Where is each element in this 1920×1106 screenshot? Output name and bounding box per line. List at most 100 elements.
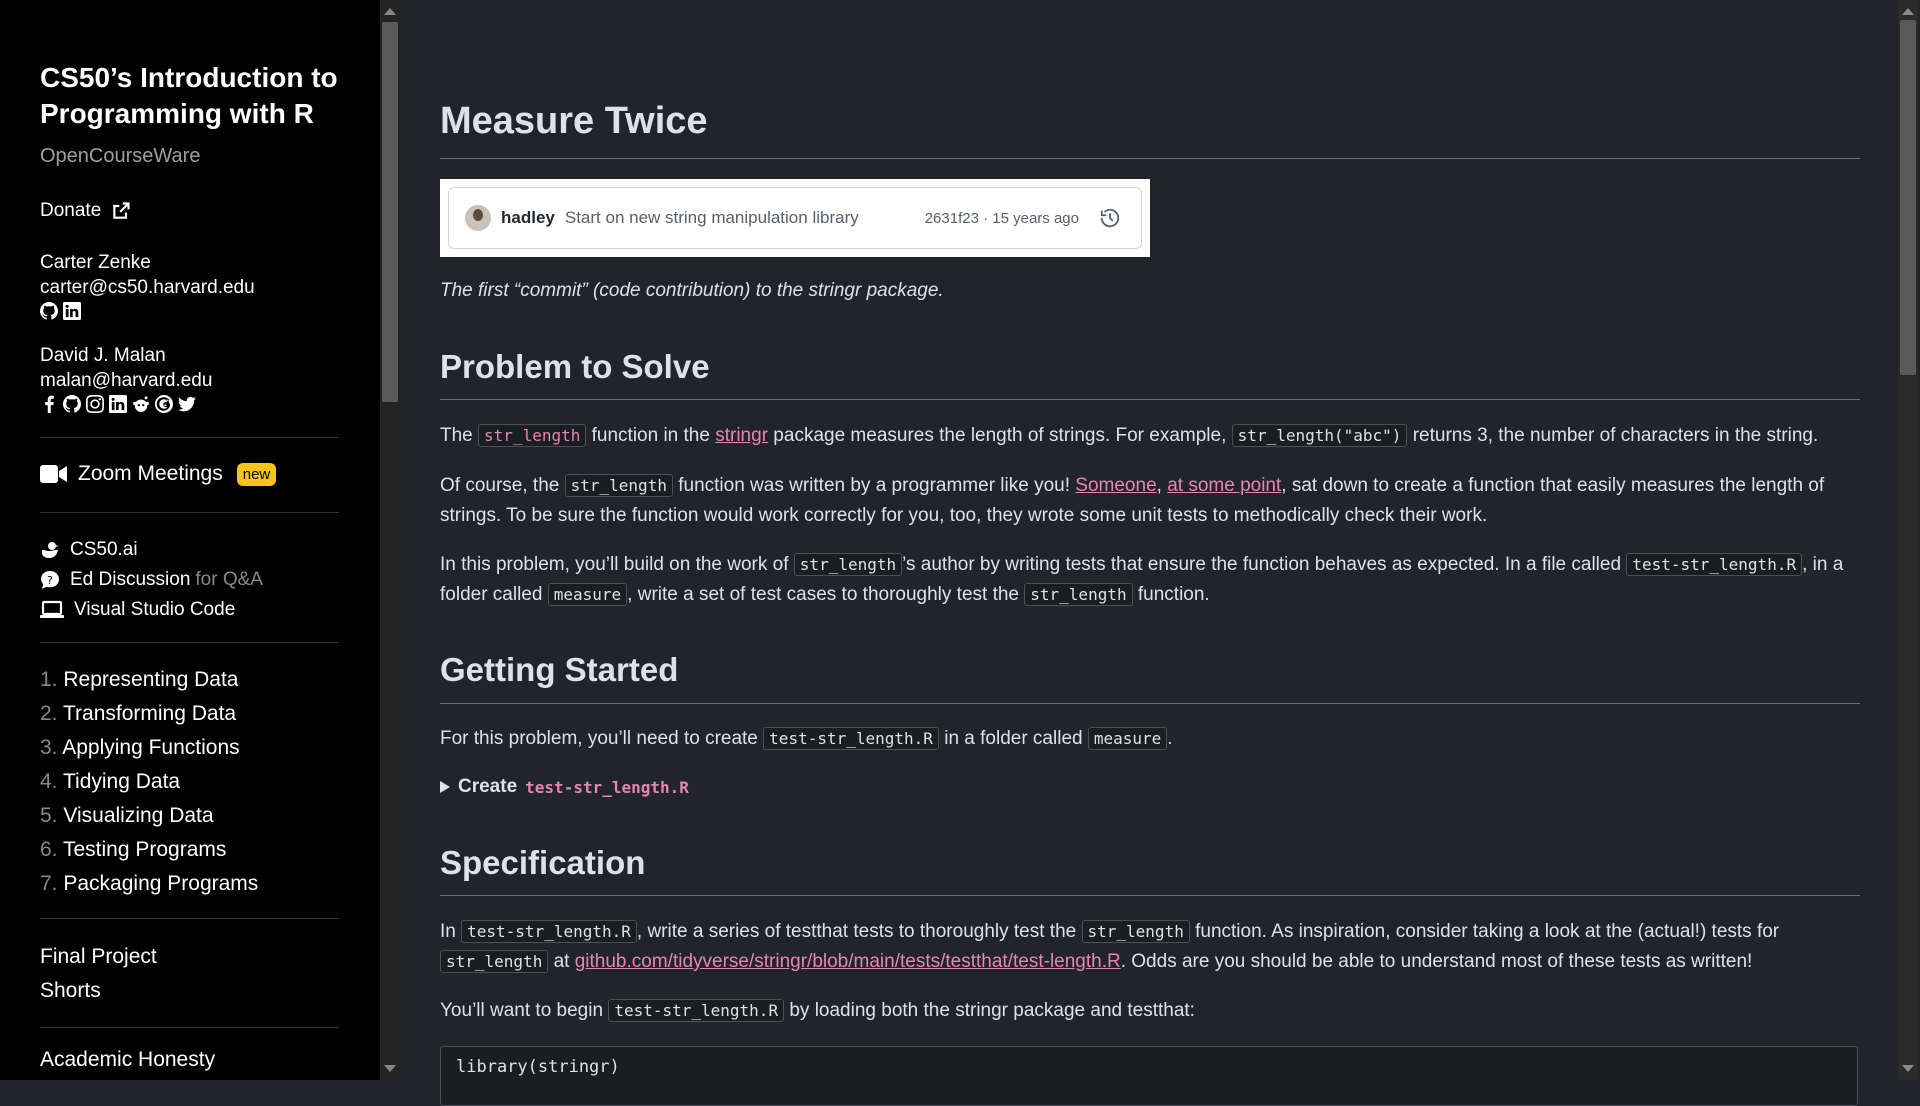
zoom-label: Zoom Meetings [78,462,223,485]
instructor-name: Carter Zenke [40,252,151,273]
inline-code: test-str_length.R [461,920,637,943]
someone-link[interactable]: Someone [1075,475,1156,496]
facebook-icon[interactable] [40,395,58,413]
chat-bubble-icon: ? [41,571,59,589]
scroll-down-arrow[interactable] [1902,1065,1914,1072]
sidebar: CS50’s Introduction to Programming with … [0,0,380,1080]
site-title[interactable]: CS50’s Introduction to Programming with … [40,60,339,132]
final-project-link[interactable]: Final Project [40,940,157,974]
site-subtitle[interactable]: OpenCourseWare [40,145,200,168]
shorts-link[interactable]: Shorts [40,974,157,1008]
github-icon[interactable] [63,395,81,413]
create-file-disclosure[interactable]: Create test-str_length.R [440,776,689,798]
lecture-label: Applying Functions [62,736,240,759]
at-some-point-link[interactable]: at some point [1167,475,1281,496]
scroll-down-arrow[interactable] [384,1065,396,1072]
academic-honesty-link[interactable]: Academic Honesty [40,1048,215,1072]
linkedin-icon[interactable] [109,395,127,413]
lecture-item[interactable]: 6. Testing Programs [40,833,258,867]
lecture-item[interactable]: 3. Applying Functions [40,731,258,765]
lecture-number: 5. [40,804,58,827]
instructor-david: David J. Malan malan@harvard.edu [40,343,212,413]
main-content: Measure Twice hadley Start on new string… [440,0,1860,1106]
disclosure-triangle-icon [440,781,450,793]
inline-code: measure [1087,727,1168,750]
external-link-icon [113,202,130,219]
code-block: library(stringr) [440,1046,1858,1106]
donate-link[interactable]: Donate [40,200,131,222]
sidebar-divider [40,918,339,919]
str-length-code-link[interactable]: str_length [478,424,587,447]
history-icon[interactable] [1099,207,1121,229]
problem-paragraph-1: The str_length function in the stringr p… [440,424,1819,447]
stringr-link[interactable]: stringr [715,425,768,446]
sidebar-divider [40,1027,339,1028]
commit-message[interactable]: Start on new string manipulation library [565,208,859,228]
sidebar-divider [40,512,339,513]
svg-text:?: ? [47,574,53,587]
reddit-icon[interactable] [132,395,150,413]
inline-code: str_length [440,950,549,973]
video-camera-icon [40,465,67,483]
lecture-number: 7. [40,872,58,895]
specification-paragraph-2: You’ll want to begin test-str_length.R b… [440,999,1195,1022]
page-title: Measure Twice [440,100,708,142]
heading-rule [440,703,1860,704]
ed-discussion-link[interactable]: ? Ed Discussion for Q&A [40,565,263,595]
lecture-label: Visualizing Data [63,804,214,827]
commit-author[interactable]: hadley [501,208,555,228]
vscode-link[interactable]: Visual Studio Code [40,595,263,625]
scrollbar-thumb[interactable] [1900,20,1916,375]
section-heading-problem: Problem to Solve [440,348,710,385]
lecture-number: 6. [40,838,58,861]
lecture-item[interactable]: 4. Tidying Data [40,765,258,799]
instructor-email[interactable]: carter@cs50.harvard.edu [40,275,255,300]
disclosure-label: Create [458,776,518,797]
specification-paragraph-1: In test-str_length.R, write a series of … [440,920,1780,973]
heading-rule [440,895,1860,896]
inline-code: str_length [793,553,903,576]
inline-code: str_length [1024,583,1133,606]
ed-discussion-suffix: for Q&A [195,569,263,590]
lecture-label: Tidying Data [62,770,181,793]
threads-icon[interactable] [155,395,173,413]
inline-code: measure [547,583,628,606]
lecture-number: 2. [40,702,58,725]
inline-code: str_length [1081,920,1190,943]
scroll-up-arrow[interactable] [1902,8,1914,15]
lecture-number: 1. [40,668,58,691]
heading-rule [440,158,1860,159]
lecture-label: Representing Data [63,668,239,691]
scroll-up-arrow[interactable] [384,8,396,15]
commit-card: hadley Start on new string manipulation … [440,179,1150,257]
section-heading-specification: Specification [440,844,646,881]
heading-rule [440,399,1860,400]
commit-meta[interactable]: 2631f23 · 15 years ago [925,210,1079,227]
inline-code: test-str_length.R [763,727,939,750]
github-icon[interactable] [40,302,58,320]
cs50-ai-link[interactable]: CS50.ai [40,535,263,565]
instagram-icon[interactable] [86,395,104,413]
lecture-label: Packaging Programs [63,872,259,895]
github-tests-link[interactable]: github.com/tidyverse/stringr/blob/main/t… [575,951,1121,972]
lecture-item[interactable]: 7. Packaging Programs [40,867,258,901]
zoom-meetings-link[interactable]: Zoom Meetings new [40,462,277,486]
instructor-email[interactable]: malan@harvard.edu [40,368,212,393]
linkedin-icon[interactable] [63,302,81,320]
scrollbar-thumb[interactable] [382,22,398,402]
sidebar-divider [40,437,339,438]
lecture-item[interactable]: 1. Representing Data [40,663,258,697]
avatar [465,205,491,231]
instructor-name: David J. Malan [40,345,166,366]
lecture-number: 4. [40,770,58,793]
lecture-item[interactable]: 5. Visualizing Data [40,799,258,833]
lecture-item[interactable]: 2. Transforming Data [40,697,258,731]
extra-links: Final Project Shorts [40,940,157,1008]
twitter-icon[interactable] [178,395,196,413]
page-scrollbar[interactable] [1898,0,1918,1080]
getting-started-paragraph: For this problem, you’ll need to create … [440,727,1173,750]
tools-list: CS50.ai ? Ed Discussion for Q&A Visual S… [40,535,263,625]
sidebar-divider [40,642,339,643]
duck-icon [41,542,59,558]
sidebar-scrollbar[interactable] [380,0,400,1080]
